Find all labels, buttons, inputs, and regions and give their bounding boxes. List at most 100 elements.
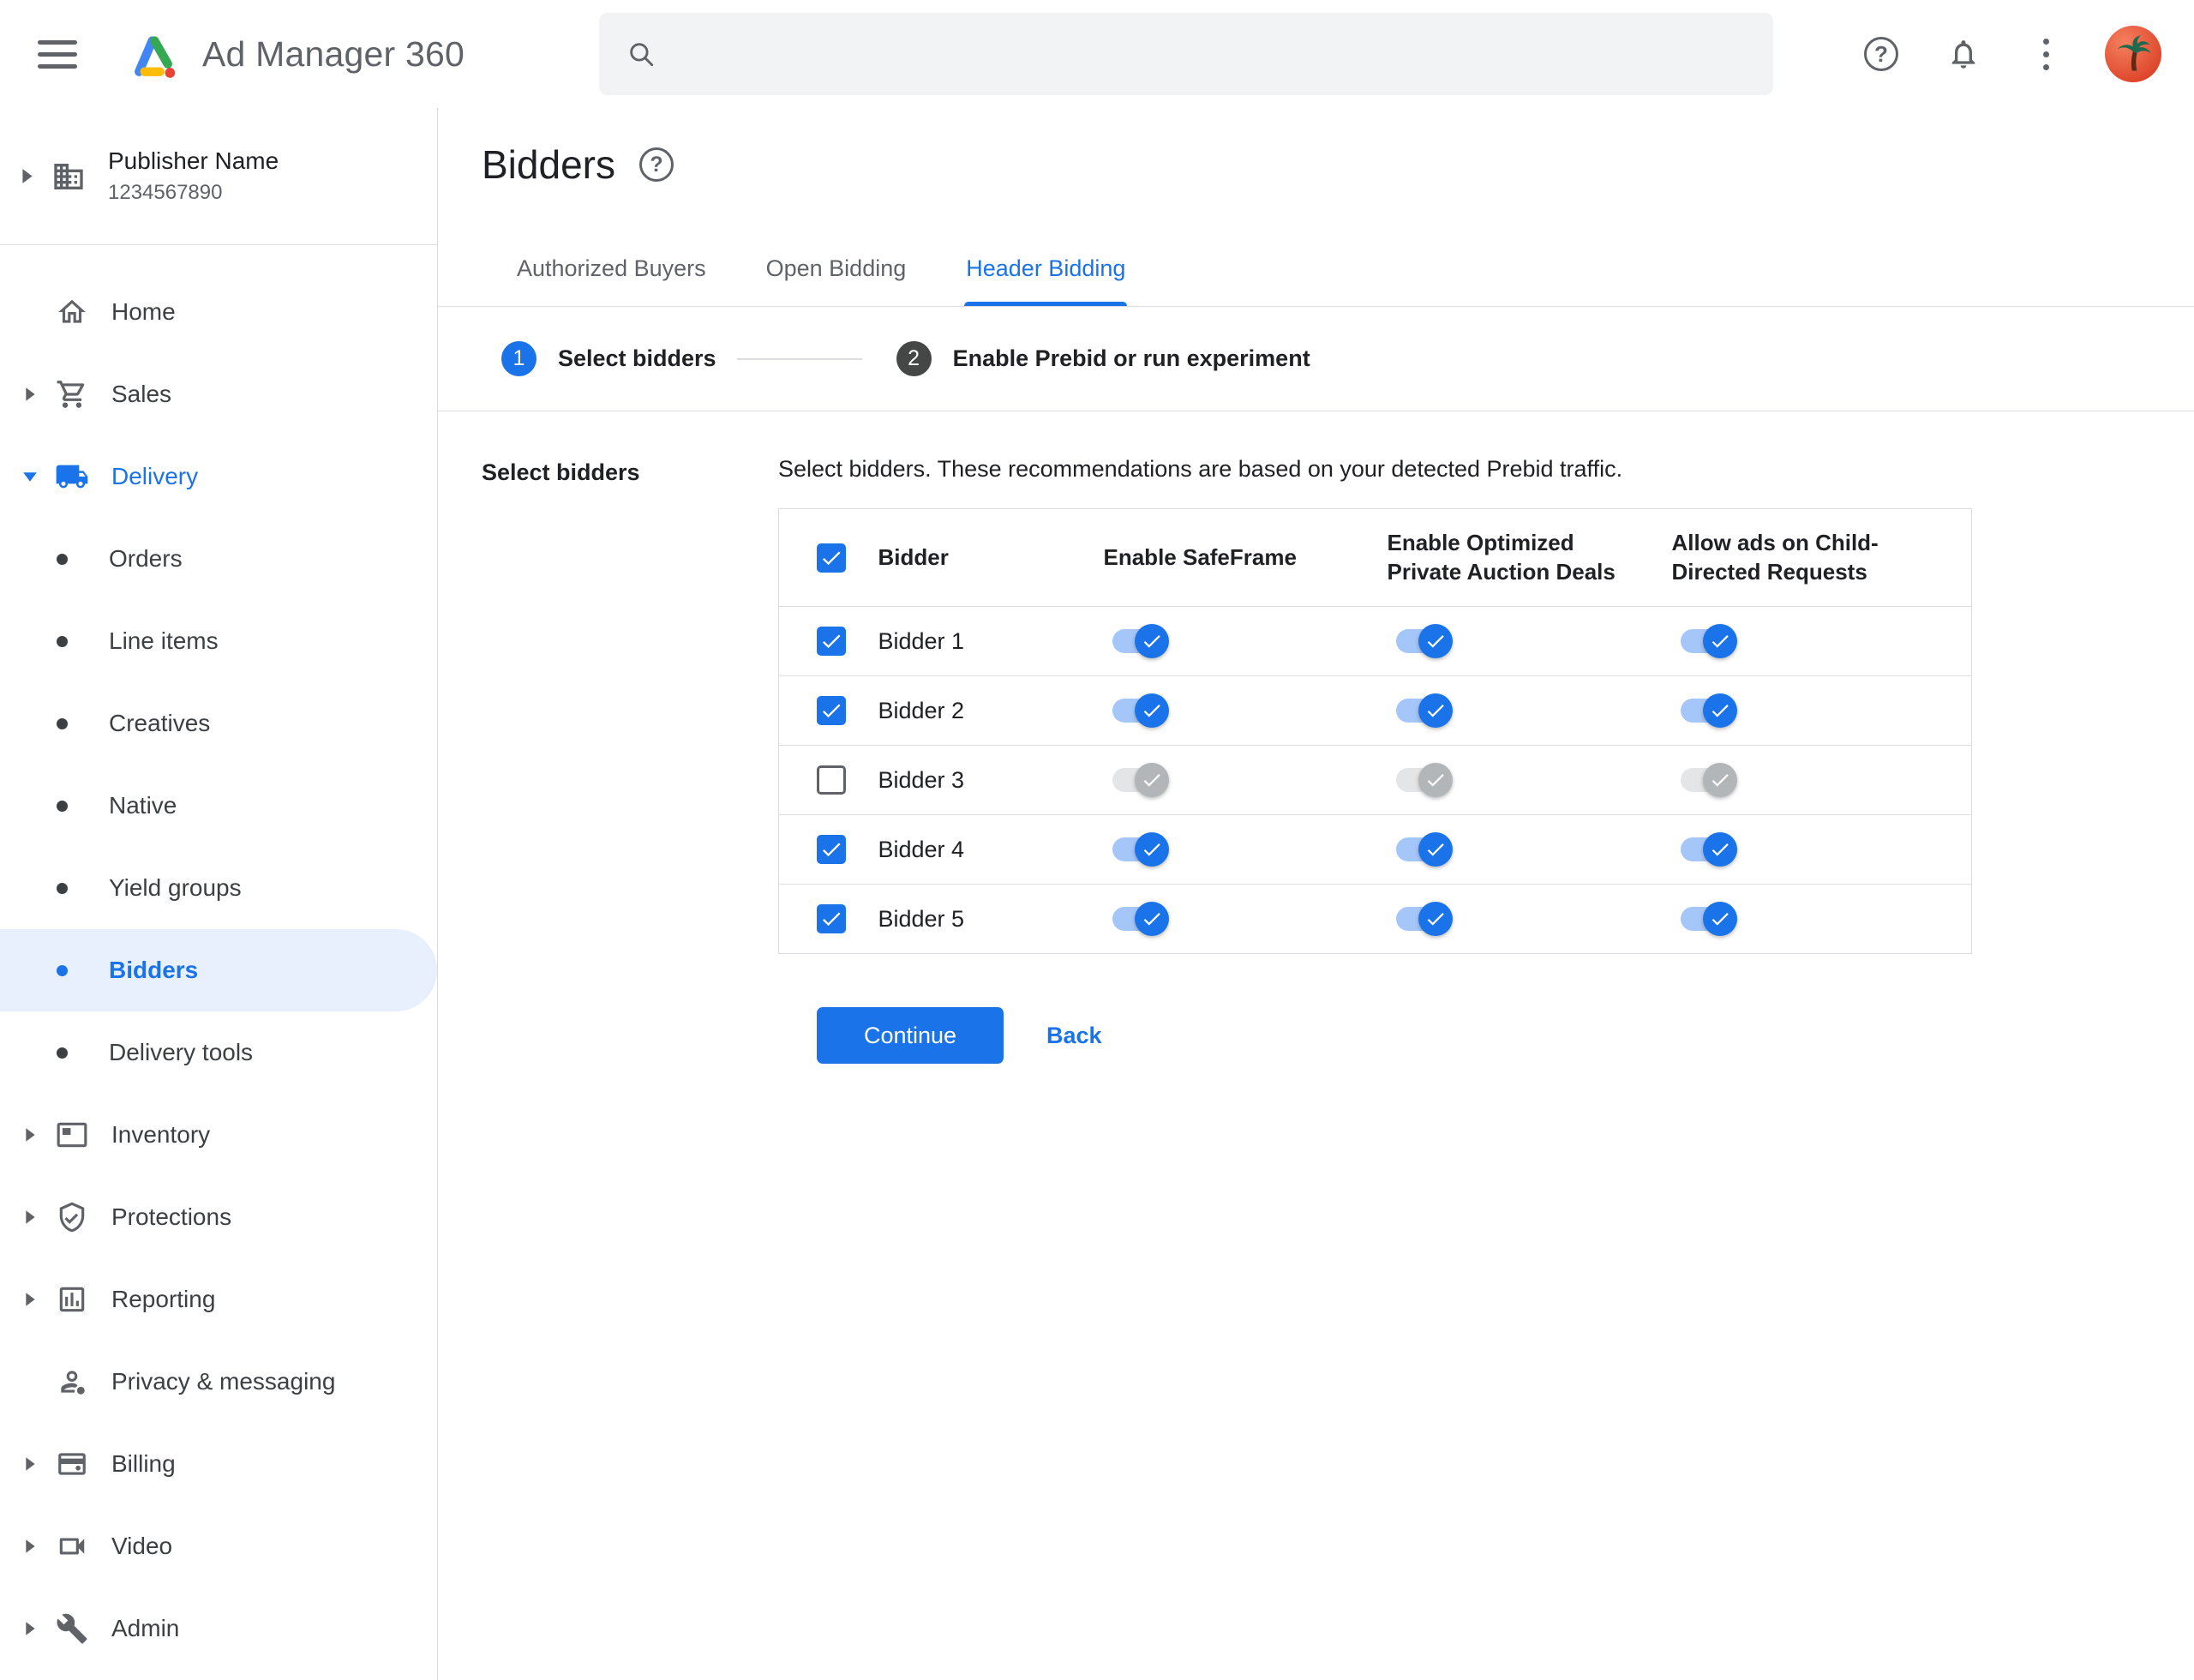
enable-optimized-deals-toggle[interactable] (1395, 693, 1453, 728)
step-2-label: Enable Prebid or run experiment (952, 345, 1310, 371)
enable-optimized-deals-toggle[interactable] (1395, 763, 1453, 797)
bullet-icon (57, 800, 68, 812)
toggle-thumb (1418, 832, 1453, 867)
top-app-bar: Ad Manager 360 ? (0, 0, 2194, 108)
sidebar-item-reporting[interactable]: Reporting (0, 1258, 437, 1341)
sidebar-item-inventory[interactable]: Inventory (0, 1094, 437, 1176)
sidebar-item-label: Admin (111, 1615, 180, 1641)
sidebar-subitem-label: Yield groups (109, 874, 242, 901)
row-checkbox[interactable] (817, 904, 846, 933)
enable-safeframe-toggle[interactable] (1112, 624, 1169, 658)
search-bar[interactable] (599, 13, 1773, 95)
help-icon: ? (1864, 37, 1898, 71)
ad-manager-logo-icon (135, 36, 176, 78)
column-header-optimized-deals: Enable Optimized Private Auction Deals (1387, 508, 1672, 607)
vertical-dots-icon (2042, 38, 2049, 70)
enable-safeframe-toggle[interactable] (1112, 902, 1169, 936)
home-icon (53, 296, 91, 328)
sidebar-item-orders[interactable]: Orders (0, 518, 437, 600)
sidebar-subitem-label: Bidders (109, 957, 199, 983)
allow-child-directed-toggle[interactable] (1680, 763, 1737, 797)
sidebar: Publisher Name 1234567890 Home Sales Del… (0, 108, 438, 1680)
search-input[interactable] (678, 13, 1773, 95)
bell-icon (1951, 40, 1975, 69)
account-avatar[interactable] (2105, 26, 2161, 82)
help-button[interactable]: ? (1861, 34, 1901, 74)
menu-icon[interactable] (38, 39, 77, 69)
row-select-cell (778, 675, 878, 746)
enable-safeframe-toggle[interactable] (1112, 832, 1169, 867)
bidder-name: Bidder 4 (878, 814, 1104, 885)
toggle-thumb (1418, 693, 1453, 728)
row-checkbox[interactable] (817, 765, 846, 795)
toggle-thumb (1418, 624, 1453, 658)
enable-optimized-deals-toggle[interactable] (1395, 902, 1453, 936)
publisher-selector[interactable]: Publisher Name 1234567890 (0, 108, 437, 245)
chevron-right-icon (15, 1210, 45, 1224)
sidebar-item-native[interactable]: Native (0, 765, 437, 847)
row-checkbox[interactable] (817, 696, 846, 725)
tab-authorized-buyers[interactable]: Authorized Buyers (515, 235, 708, 306)
allow-child-directed-toggle[interactable] (1680, 693, 1737, 728)
sidebar-item-protections[interactable]: Protections (0, 1176, 437, 1258)
toggle-thumb (1702, 763, 1737, 797)
main-content: Bidders ? Authorized Buyers Open Bidding… (438, 108, 2194, 1680)
sidebar-nav: Home Sales Delivery Orders Line items Cr… (0, 245, 437, 1670)
enable-safeframe-toggle[interactable] (1112, 693, 1169, 728)
select-all-checkbox[interactable] (817, 543, 846, 573)
column-header-safeframe: Enable SafeFrame (1103, 508, 1388, 607)
continue-button[interactable]: Continue (817, 1007, 1004, 1064)
allow-child-directed-toggle[interactable] (1680, 624, 1737, 658)
allow-child-directed-toggle[interactable] (1680, 902, 1737, 936)
row-checkbox[interactable] (817, 835, 846, 864)
tab-open-bidding[interactable]: Open Bidding (764, 235, 908, 306)
row-select-cell (778, 814, 878, 885)
page-help-icon[interactable]: ? (638, 147, 674, 182)
sidebar-item-billing[interactable]: Billing (0, 1423, 437, 1505)
sidebar-item-admin[interactable]: Admin (0, 1587, 437, 1670)
toggle-thumb (1134, 624, 1169, 658)
sidebar-item-home[interactable]: Home (0, 271, 437, 353)
row-checkbox[interactable] (817, 627, 846, 656)
chevron-right-icon (15, 1457, 45, 1471)
back-button[interactable]: Back (1046, 1023, 1102, 1049)
chevron-down-icon (15, 471, 45, 483)
sidebar-item-privacy-messaging[interactable]: Privacy & messaging (0, 1341, 437, 1423)
column-header-bidder: Bidder (878, 508, 1104, 607)
chevron-right-icon (15, 1622, 45, 1635)
bidder-name: Bidder 3 (878, 745, 1104, 815)
bar-chart-icon (53, 1283, 91, 1316)
sidebar-item-yield-groups[interactable]: Yield groups (0, 847, 437, 929)
sidebar-item-creatives[interactable]: Creatives (0, 682, 437, 765)
enable-optimized-deals-toggle[interactable] (1395, 624, 1453, 658)
sidebar-item-bidders[interactable]: Bidders (0, 929, 437, 1011)
enable-optimized-deals-toggle[interactable] (1395, 832, 1453, 867)
sidebar-item-delivery-tools[interactable]: Delivery tools (0, 1011, 437, 1094)
sidebar-item-label: Reporting (111, 1286, 216, 1312)
bidder-row: Bidder 3 (778, 745, 1972, 815)
sidebar-item-line-items[interactable]: Line items (0, 600, 437, 682)
truck-icon (53, 459, 91, 494)
sidebar-item-label: Video (111, 1533, 173, 1559)
sidebar-item-sales[interactable]: Sales (0, 353, 437, 435)
tab-header-bidding[interactable]: Header Bidding (964, 235, 1128, 306)
app-title: Ad Manager 360 (202, 33, 465, 74)
allow-child-directed-toggle[interactable] (1680, 832, 1737, 867)
step-1-label: Select bidders (558, 345, 716, 371)
bullet-icon (57, 1047, 68, 1059)
bidder-row: Bidder 2 (778, 675, 1972, 746)
bidder-name: Bidder 2 (878, 675, 1104, 746)
enable-safeframe-toggle[interactable] (1112, 763, 1169, 797)
bidders-table-body: Bidder 1 Bidder 2 Bidder 3 Bidder 4 Bidder 5 (778, 606, 1972, 954)
notifications-button[interactable] (1944, 34, 1983, 74)
sidebar-item-delivery[interactable]: Delivery (0, 435, 437, 518)
toggle-thumb (1134, 902, 1169, 936)
toggle-thumb (1134, 763, 1169, 797)
toggle-thumb (1702, 832, 1737, 867)
sidebar-item-video[interactable]: Video (0, 1505, 437, 1587)
more-options-button[interactable] (2026, 34, 2065, 74)
row-select-cell (779, 885, 878, 954)
toggle-thumb (1418, 763, 1453, 797)
safeframe-cell (1103, 675, 1388, 746)
step-1-number: 1 (501, 341, 537, 376)
